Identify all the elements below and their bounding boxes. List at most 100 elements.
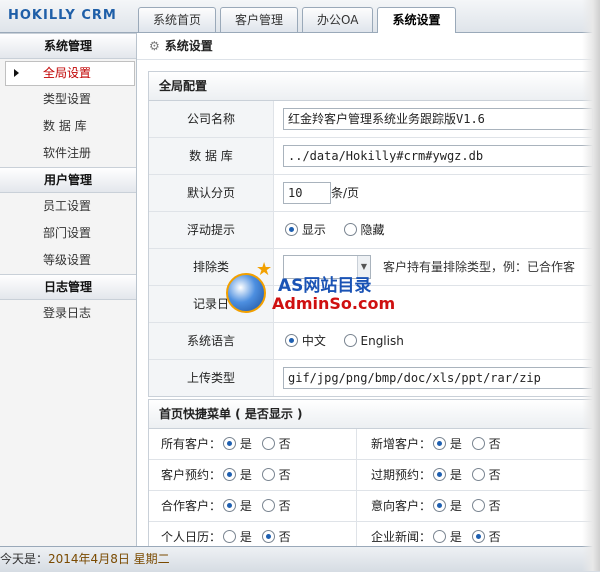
company-input[interactable]: 红金羚客户管理系统业务跟踪版V1.6 [283, 108, 593, 130]
quick-no-option[interactable]: 否 [261, 460, 291, 490]
quick-no-option[interactable]: 否 [261, 491, 291, 521]
sidebar-item-global-settings[interactable]: 全局设置 [5, 61, 135, 86]
radio-checked-icon [433, 499, 446, 512]
quick-no-option[interactable]: 否 [471, 429, 501, 459]
watermark-logo: ★ AS网站目录 AdminSo.com [226, 255, 395, 317]
status-prefix: 今天是： [0, 552, 49, 566]
lang-en-option[interactable]: English [343, 323, 404, 359]
option-label: 否 [488, 468, 501, 482]
panel-title: 全局配置 [149, 72, 600, 101]
quick-row: 合作客户： 是 否 意向客户： 是 否 [149, 491, 600, 522]
gear-icon: ⚙ [149, 39, 160, 53]
quick-yes-option[interactable]: 是 [433, 460, 462, 490]
radio-checked-icon [223, 437, 236, 450]
option-label: 否 [488, 437, 501, 451]
quick-yes-option[interactable]: 是 [223, 491, 252, 521]
form-row-page-size: 默认分页 10 条/页 [149, 175, 600, 212]
sidebar-item-staff[interactable]: 员工设置 [0, 193, 136, 220]
quick-no-option[interactable]: 否 [261, 429, 291, 459]
sidebar-item-label: 全局设置 [43, 66, 92, 80]
float-show-option[interactable]: 显示 [285, 212, 326, 248]
option-label: 否 [278, 468, 291, 482]
quick-label: 客户预约： [161, 468, 222, 482]
sidebar-group-users: 用户管理 [0, 167, 136, 193]
quick-no-option[interactable]: 否 [471, 491, 501, 521]
page-size-input[interactable]: 10 [283, 182, 331, 204]
company-label: 公司名称 [149, 101, 274, 137]
radio-unchecked-icon [261, 499, 275, 512]
radio-checked-icon [261, 530, 275, 543]
breadcrumb-label: 系统设置 [164, 39, 213, 53]
global-config-panel: 全局配置 公司名称 红金羚客户管理系统业务跟踪版V1.6 数 据 库 ../da… [148, 71, 600, 397]
form-row-company: 公司名称 红金羚客户管理系统业务跟踪版V1.6 [149, 101, 600, 138]
sidebar-group-system: 系统管理 [0, 33, 136, 59]
page-size-unit: 条/页 [331, 186, 360, 200]
language-label: 系统语言 [149, 323, 274, 359]
torn-edge [582, 0, 600, 571]
float-hide-option[interactable]: 隐藏 [343, 212, 385, 248]
radio-unchecked-icon [223, 530, 236, 543]
upload-types-input[interactable]: gif/jpg/png/bmp/doc/xls/ppt/rar/zip [283, 367, 593, 389]
float-tip-label: 浮动提示 [149, 212, 274, 248]
database-input[interactable]: ../data/Hokilly#crm#ywgz.db [283, 145, 593, 167]
quick-menu-panel: 首页快捷菜单 ( 是否显示 ) 所有客户： 是 否 新增客户： 是 否 客户预约… [148, 399, 600, 553]
form-row-language: 系统语言 中文 English [149, 323, 600, 360]
quick-label: 合作客户： [161, 499, 222, 513]
option-label: 否 [488, 530, 501, 544]
sidebar-item-login-log[interactable]: 登录日志 [0, 300, 136, 327]
option-label: 是 [239, 530, 252, 544]
radio-unchecked-icon [471, 499, 485, 512]
option-label: 是 [239, 499, 252, 513]
form-row-upload: 上传类型 gif/jpg/png/bmp/doc/xls/ppt/rar/zip [149, 360, 600, 396]
divider [356, 460, 357, 490]
sidebar-item-levels[interactable]: 等级设置 [0, 247, 136, 274]
sidebar-item-database[interactable]: 数 据 库 [0, 113, 136, 140]
app-logo: HOKILLY CRM [8, 8, 117, 23]
option-label: 中文 [301, 334, 326, 348]
radio-checked-icon [433, 468, 446, 481]
panel-title: 首页快捷菜单 ( 是否显示 ) [149, 400, 600, 429]
radio-unchecked-icon [471, 468, 485, 481]
radio-unchecked-icon [433, 530, 446, 543]
radio-checked-icon [285, 334, 298, 347]
option-label: 是 [449, 437, 462, 451]
radio-checked-icon [285, 223, 298, 236]
exclude-type-hint: 客户持有量排除类型，例：已合作客 [383, 260, 576, 274]
quick-label: 意向客户： [371, 499, 432, 513]
sidebar-item-departments[interactable]: 部门设置 [0, 220, 136, 247]
quick-yes-option[interactable]: 是 [223, 429, 252, 459]
watermark-line1: AS网站目录 [278, 276, 372, 296]
option-label: 是 [449, 468, 462, 482]
upload-label: 上传类型 [149, 360, 274, 396]
radio-unchecked-icon [343, 223, 357, 236]
radio-unchecked-icon [261, 437, 275, 450]
tab-home[interactable]: 系统首页 [138, 7, 217, 32]
radio-checked-icon [433, 437, 446, 450]
tab-customers[interactable]: 客户管理 [220, 7, 299, 32]
watermark-line2: AdminSo.com [272, 294, 396, 313]
radio-unchecked-icon [343, 334, 357, 347]
breadcrumb: ⚙ 系统设置 [137, 33, 600, 60]
divider [356, 429, 357, 459]
quick-no-option[interactable]: 否 [471, 460, 501, 490]
radio-checked-icon [471, 530, 485, 543]
lang-cn-option[interactable]: 中文 [285, 323, 326, 359]
main-tabs: 系统首页 客户管理 办公OA 系统设置 [138, 7, 460, 33]
quick-row: 所有客户： 是 否 新增客户： 是 否 [149, 429, 600, 460]
form-row-database: 数 据 库 ../data/Hokilly#crm#ywgz.db [149, 138, 600, 175]
quick-label: 过期预约： [371, 468, 432, 482]
form-row-float-tip: 浮动提示 显示 隐藏 [149, 212, 600, 249]
option-label: 是 [449, 530, 462, 544]
tab-office[interactable]: 办公OA [302, 7, 374, 32]
status-date: 2014年4月8日 星期二 [48, 552, 170, 566]
quick-yes-option[interactable]: 是 [433, 491, 462, 521]
option-label: 否 [278, 437, 291, 451]
tab-settings[interactable]: 系统设置 [377, 7, 456, 33]
sidebar-item-type-settings[interactable]: 类型设置 [0, 86, 136, 113]
quick-label: 所有客户： [161, 437, 222, 451]
sidebar-item-registration[interactable]: 软件注册 [0, 140, 136, 167]
option-label: 显示 [301, 223, 326, 237]
quick-yes-option[interactable]: 是 [433, 429, 462, 459]
quick-yes-option[interactable]: 是 [223, 460, 252, 490]
option-label: 否 [488, 499, 501, 513]
